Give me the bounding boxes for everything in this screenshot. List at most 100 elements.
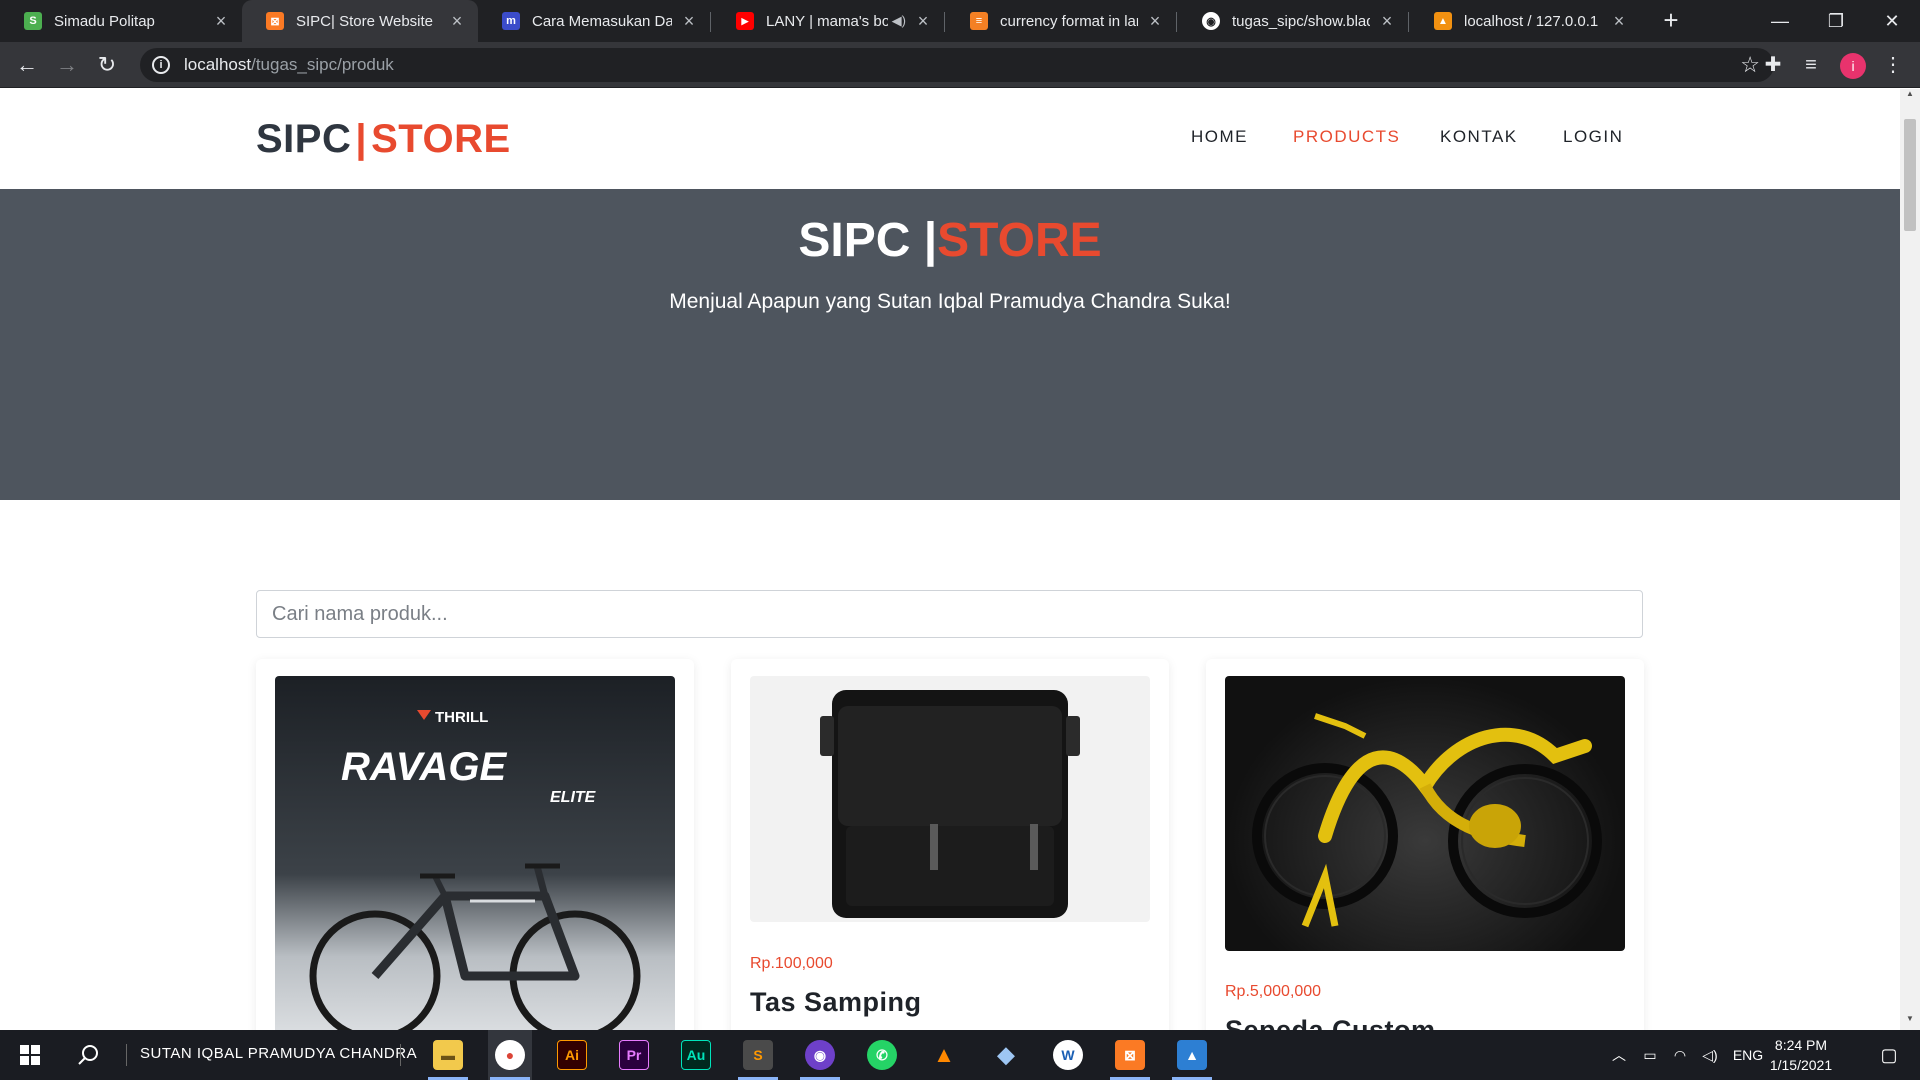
close-icon[interactable]: ×	[914, 11, 932, 32]
start-button[interactable]	[0, 1030, 60, 1080]
chevron-up-icon[interactable]: ︿	[1606, 1030, 1632, 1080]
battery-icon[interactable]: ▭	[1636, 1030, 1664, 1080]
poster-title: RAVAGE	[341, 745, 508, 789]
tab-youtube-lany[interactable]: ▶ LANY | mama's boy ◀) ×	[712, 0, 944, 42]
close-icon[interactable]: ×	[680, 11, 698, 32]
action-center-icon[interactable]: ▢	[1864, 1030, 1914, 1080]
extensions-puzzle-icon[interactable]: ✚	[1760, 52, 1786, 78]
close-icon[interactable]: ×	[1146, 11, 1164, 32]
audition-icon[interactable]: Au	[674, 1030, 718, 1080]
custom-bike-art	[1252, 713, 1602, 928]
product-card[interactable]: Rp.100,000 Tas Samping	[731, 659, 1169, 1030]
tab-title: currency format in lara	[1000, 12, 1138, 30]
whatsapp-icon[interactable]: ✆	[860, 1030, 904, 1080]
tab-separator	[710, 12, 711, 32]
product-name: Tas Samping	[750, 987, 922, 1017]
new-tab-button[interactable]: +	[1656, 6, 1686, 36]
profile-avatar[interactable]: i	[1840, 53, 1866, 79]
reload-icon[interactable]: ↻	[92, 50, 122, 80]
product-search-input[interactable]	[256, 590, 1643, 638]
logo-main-text: SIPC	[256, 117, 352, 161]
taskbar-search-text[interactable]: SUTAN IQBAL PRAMUDYA CHANDRA	[140, 1045, 417, 1062]
forward-arrow-icon[interactable]: →	[52, 50, 82, 80]
taskbar-divider	[126, 1044, 127, 1066]
back-arrow-icon[interactable]: ←	[12, 50, 42, 80]
virtualbox-icon[interactable]: ◆	[984, 1030, 1028, 1080]
logo-pipe: |	[355, 117, 368, 161]
tab-github[interactable]: ◉ tugas_sipc/show.blade ×	[1178, 0, 1408, 42]
clock-date: 1/15/2021	[1769, 1057, 1833, 1073]
messenger-bag-art	[820, 690, 1080, 918]
windows-logo-icon	[20, 1045, 40, 1065]
scrollbar-thumb[interactable]	[1904, 119, 1916, 231]
chrome-menu-icon[interactable]: ⋮	[1880, 52, 1906, 78]
site-logo[interactable]: SIPC | STORE	[256, 117, 511, 162]
file-explorer-icon[interactable]: ▬	[426, 1030, 470, 1080]
product-price: Rp.5,000,000	[1225, 983, 1322, 1000]
github-desktop-icon[interactable]: ◉	[798, 1030, 842, 1080]
illustrator-icon[interactable]: Ai	[550, 1030, 594, 1080]
hero-title: SIPC |STORE	[0, 213, 1900, 268]
site-favicon-icon: m	[502, 12, 520, 30]
tab-phpmyadmin[interactable]: ▲ localhost / 127.0.0.1 / t ×	[1410, 0, 1640, 42]
premiere-icon[interactable]: Pr	[612, 1030, 656, 1080]
page-scrollbar[interactable]: ▲ ▼	[1900, 89, 1920, 1030]
product-card[interactable]: THRILL RAVAGE ELITE	[256, 659, 694, 1030]
system-clock[interactable]: 8:24 PM 1/15/2021	[1756, 1035, 1846, 1075]
word-app-icon[interactable]: W	[1046, 1030, 1090, 1080]
tab-separator	[944, 12, 945, 32]
xampp-favicon-icon: ⊠	[266, 12, 284, 30]
search-icon[interactable]	[64, 1030, 114, 1080]
nav-login[interactable]: LOGIN	[1563, 127, 1623, 147]
volume-icon[interactable]: ◁)	[1696, 1030, 1724, 1080]
product-image-bag	[750, 676, 1150, 922]
media-control-icon[interactable]: ≡	[1798, 52, 1824, 78]
browser-toolbar: ← → ↻ i localhost/tugas_sipc/produk ☆ ✚ …	[0, 42, 1920, 88]
scroll-down-arrow-icon[interactable]: ▼	[1900, 1014, 1920, 1030]
tab-simadu[interactable]: S Simadu Politap ×	[0, 0, 242, 42]
restore-icon[interactable]: ❐	[1808, 0, 1864, 42]
close-window-icon[interactable]: ✕	[1864, 0, 1920, 42]
wifi-icon[interactable]: ◠	[1666, 1030, 1694, 1080]
stackoverflow-favicon-icon: ≡	[970, 12, 988, 30]
hero-title-main: SIPC	[798, 214, 924, 267]
tab-title: SIPC| Store Website	[296, 12, 434, 30]
product-image-custom-bike	[1225, 676, 1625, 951]
close-icon[interactable]: ×	[1610, 11, 1628, 32]
poster-subtitle: ELITE	[550, 789, 597, 806]
photos-icon[interactable]: ▲	[1170, 1030, 1214, 1080]
nav-home[interactable]: HOME	[1191, 127, 1248, 147]
windows-taskbar: SUTAN IQBAL PRAMUDYA CHANDRA ▬ ● Ai Pr A…	[0, 1030, 1920, 1080]
nav-kontak[interactable]: KONTAK	[1440, 127, 1518, 147]
tab-cara-memasukan[interactable]: m Cara Memasukan Data ×	[478, 0, 710, 42]
address-bar[interactable]: i localhost/tugas_sipc/produk ☆	[140, 48, 1774, 82]
product-name: Sepeda Custom	[1225, 1015, 1436, 1030]
minimize-icon[interactable]: —	[1752, 0, 1808, 42]
scroll-up-arrow-icon[interactable]: ▲	[1900, 89, 1920, 105]
poster-brand: THRILL	[435, 709, 488, 726]
info-icon[interactable]: i	[152, 56, 170, 74]
taskbar-divider	[400, 1044, 401, 1066]
xampp-icon[interactable]: ⊠	[1108, 1030, 1152, 1080]
logo-accent-text: STORE	[371, 117, 511, 161]
bookmark-star-icon[interactable]: ☆	[1740, 52, 1760, 78]
product-card[interactable]: Rp.5,000,000 Sepeda Custom	[1206, 659, 1644, 1030]
vlc-icon[interactable]: ▲	[922, 1030, 966, 1080]
tab-title: localhost / 127.0.0.1 / t	[1464, 12, 1602, 30]
close-icon[interactable]: ×	[212, 11, 230, 32]
browser-tab-strip: S Simadu Politap × ⊠ SIPC| Store Website…	[0, 0, 1920, 42]
tab-title: Cara Memasukan Data	[532, 12, 672, 30]
close-icon[interactable]: ×	[448, 11, 466, 32]
sublime-text-icon[interactable]: S	[736, 1030, 780, 1080]
tab-sipc-store[interactable]: ⊠ SIPC| Store Website ×	[242, 0, 478, 42]
phpmyadmin-favicon-icon: ▲	[1434, 12, 1452, 30]
hero-banner: SIPC |STORE Menjual Apapun yang Sutan Iq…	[0, 189, 1900, 500]
tab-stackoverflow[interactable]: ≡ currency format in lara ×	[946, 0, 1176, 42]
chrome-icon[interactable]: ●	[488, 1030, 532, 1080]
nav-products[interactable]: PRODUCTS	[1293, 127, 1400, 147]
audio-playing-icon[interactable]: ◀)	[892, 13, 906, 29]
close-icon[interactable]: ×	[1378, 11, 1396, 32]
hero-title-pipe: |	[923, 214, 938, 267]
product-image-bicycle: THRILL RAVAGE ELITE	[275, 676, 675, 1030]
youtube-favicon-icon: ▶	[736, 12, 754, 30]
